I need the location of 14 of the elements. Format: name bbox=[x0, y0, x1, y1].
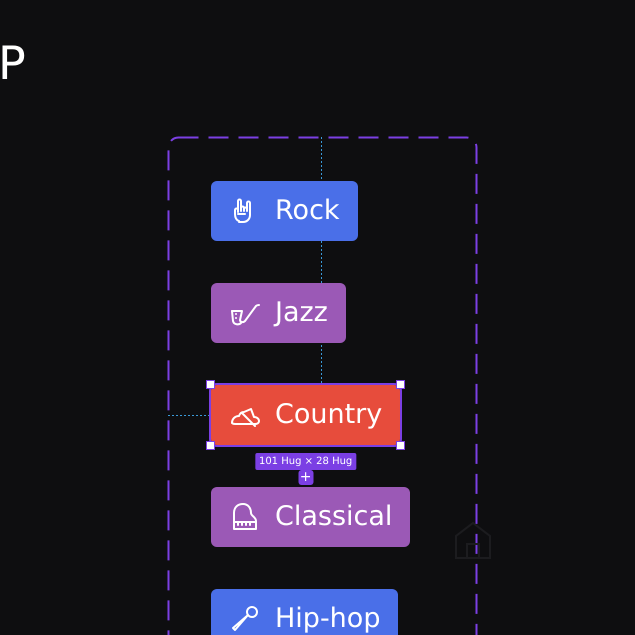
add-button[interactable]: + bbox=[298, 470, 314, 485]
genre-tag[interactable]: Jazz bbox=[211, 283, 346, 343]
resize-handle[interactable] bbox=[396, 380, 406, 389]
genre-tag[interactable]: Classical bbox=[211, 487, 410, 547]
size-label: 101 Hug × 28 Hug bbox=[254, 453, 356, 470]
house-icon bbox=[452, 520, 494, 560]
resize-handle[interactable] bbox=[206, 441, 215, 450]
guide-line bbox=[168, 415, 210, 416]
genre-tag[interactable]: Hip-hop bbox=[211, 589, 398, 635]
resize-handle[interactable] bbox=[206, 380, 215, 389]
resize-handle[interactable] bbox=[396, 441, 406, 450]
genre-tag[interactable]: Country bbox=[211, 385, 400, 445]
heading-text: P bbox=[0, 38, 26, 89]
genre-tag[interactable]: Rock bbox=[211, 181, 358, 241]
